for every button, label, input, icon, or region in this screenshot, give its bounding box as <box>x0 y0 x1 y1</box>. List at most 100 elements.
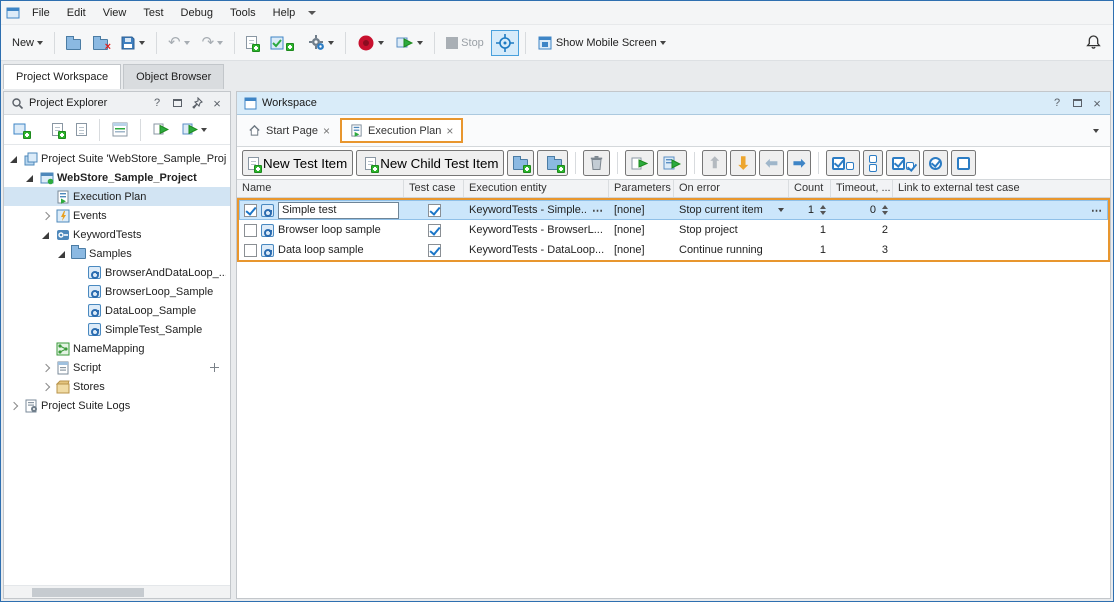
run-dropdown-caret-icon[interactable] <box>417 41 423 45</box>
save-button[interactable] <box>115 30 150 56</box>
table-row[interactable]: Simple test KeywordTests - Simple... [no… <box>239 200 1108 220</box>
new-child-test-item-button[interactable]: New Child Test Item <box>356 150 504 176</box>
undo-dropdown-caret-icon[interactable] <box>184 41 190 45</box>
new-child-group-button[interactable] <box>537 150 568 176</box>
tree-item-simpletest[interactable]: SimpleTest_Sample <box>4 320 230 339</box>
record-button[interactable] <box>352 30 389 56</box>
tree-item-namemapping[interactable]: NameMapping <box>4 339 230 358</box>
tab-project-workspace[interactable]: Project Workspace <box>3 64 121 89</box>
close-panel-icon[interactable] <box>1089 95 1105 111</box>
notifications-button[interactable] <box>1080 30 1107 56</box>
move-right-button[interactable]: ➡ <box>787 150 812 176</box>
add-script-unit-icon[interactable] <box>209 362 220 373</box>
close-tab-icon[interactable] <box>323 125 330 137</box>
tab-start-page[interactable]: Start Page <box>240 118 338 143</box>
tree-item-samples[interactable]: Samples <box>4 244 230 263</box>
execution-entity-value[interactable]: KeywordTests - Simple... <box>469 204 588 216</box>
chevron-collapsed-icon[interactable] <box>40 381 52 393</box>
horizontal-scrollbar[interactable] <box>4 585 230 598</box>
run-project-suite-button[interactable] <box>177 117 212 143</box>
stop-button[interactable]: Stop <box>441 30 489 56</box>
column-header-execution-entity[interactable]: Execution entity <box>464 180 609 197</box>
delete-item-button[interactable] <box>583 150 610 176</box>
run-selected-items-button[interactable] <box>657 150 687 176</box>
chevron-collapsed-icon[interactable] <box>40 210 52 222</box>
column-header-timeout[interactable]: Timeout, ... <box>831 180 893 197</box>
scrollbar-thumb[interactable] <box>32 588 144 597</box>
display-object-spy-button[interactable] <box>491 30 519 56</box>
checkpoint-wizard-button[interactable] <box>264 30 301 56</box>
show-mobile-screen-button[interactable]: Show Mobile Screen <box>532 30 671 56</box>
menu-test[interactable]: Test <box>135 3 171 23</box>
chevron-collapsed-icon[interactable] <box>8 400 20 412</box>
row-enabled-checkbox[interactable] <box>244 204 257 217</box>
chevron-expanded-icon[interactable] <box>40 229 52 241</box>
test-case-checkbox[interactable] <box>428 204 441 217</box>
explorer-view-button[interactable] <box>107 117 133 143</box>
tree-item-execution-plan[interactable]: Execution Plan <box>4 187 230 206</box>
move-left-button[interactable]: ⬅ <box>759 150 784 176</box>
test-item-name[interactable]: Browser loop sample <box>278 224 381 236</box>
add-new-item-button[interactable] <box>47 117 68 143</box>
run-project-button[interactable] <box>148 117 174 143</box>
menu-edit[interactable]: Edit <box>59 3 94 23</box>
float-window-icon[interactable] <box>1069 95 1085 111</box>
execution-entity-value[interactable]: KeywordTests - BrowserL... <box>469 224 604 236</box>
row-enabled-checkbox[interactable] <box>244 244 257 257</box>
pin-icon[interactable] <box>189 95 205 111</box>
move-down-button[interactable]: ⬇ <box>730 150 756 176</box>
search-icon[interactable] <box>9 95 25 111</box>
timeout-value[interactable]: 3 <box>882 244 888 256</box>
tree-item-project-suite-logs[interactable]: Project Suite Logs <box>4 396 230 415</box>
new-dropdown-caret-icon[interactable] <box>37 41 43 45</box>
column-header-test-case[interactable]: Test case <box>404 180 464 197</box>
timeout-value[interactable]: 2 <box>882 224 888 236</box>
tree-item-dataloop[interactable]: DataLoop_Sample <box>4 301 230 320</box>
test-item-name[interactable]: Simple test <box>278 202 399 219</box>
enable-child-items-button[interactable] <box>886 150 920 176</box>
open-project-button[interactable] <box>61 30 86 56</box>
menu-debug[interactable]: Debug <box>173 3 221 23</box>
parameters-value[interactable]: [none] <box>614 244 645 256</box>
add-new-item-button[interactable] <box>241 30 262 56</box>
tree-item-stores[interactable]: Stores <box>4 377 230 396</box>
browse-link-button[interactable] <box>1091 204 1103 217</box>
test-case-checkbox[interactable] <box>428 244 441 257</box>
chevron-collapsed-icon[interactable] <box>40 362 52 374</box>
count-value[interactable]: 1 <box>820 224 826 236</box>
options-dropdown-caret-icon[interactable] <box>328 41 334 45</box>
chevron-expanded-icon[interactable] <box>8 153 20 165</box>
count-value[interactable]: 1 <box>808 204 814 216</box>
show-mobile-dropdown-caret-icon[interactable] <box>660 41 666 45</box>
disable-all-items-button[interactable] <box>863 150 883 176</box>
test-item-name[interactable]: Data loop sample <box>278 244 364 256</box>
help-icon[interactable] <box>149 95 165 111</box>
new-group-button[interactable] <box>507 150 534 176</box>
tree-item-project-suite[interactable]: Project Suite 'WebStore_Sample_Proje <box>4 149 230 168</box>
column-header-count[interactable]: Count <box>789 180 831 197</box>
redo-dropdown-caret-icon[interactable] <box>217 41 223 45</box>
tree-item-script[interactable]: Script <box>4 358 230 377</box>
browse-entity-button[interactable] <box>592 204 604 217</box>
timeout-value[interactable]: 0 <box>870 204 876 216</box>
uncheck-state-button[interactable] <box>951 150 976 176</box>
float-window-icon[interactable] <box>169 95 185 111</box>
undo-button[interactable]: ↶ <box>163 30 195 56</box>
close-project-button[interactable]: × <box>88 30 113 56</box>
column-header-on-error[interactable]: On error <box>674 180 789 197</box>
tab-object-browser[interactable]: Object Browser <box>123 64 224 89</box>
on-error-value[interactable]: Stop project <box>679 224 738 236</box>
on-error-dropdown-caret-icon[interactable] <box>778 208 784 212</box>
chevron-expanded-icon[interactable] <box>56 248 68 260</box>
menu-overflow-chevron-icon[interactable] <box>308 11 316 15</box>
tree-item-keywordtests[interactable]: KeywordTests <box>4 225 230 244</box>
options-button[interactable] <box>303 30 339 56</box>
menu-help[interactable]: Help <box>265 3 304 23</box>
new-test-item-button[interactable]: New Test Item <box>242 150 353 176</box>
tree-item-browserloop[interactable]: BrowserLoop_Sample <box>4 282 230 301</box>
redo-button[interactable]: ↷ <box>197 30 229 56</box>
tree-item-events[interactable]: Events <box>4 206 230 225</box>
test-case-checkbox[interactable] <box>428 224 441 237</box>
menu-file[interactable]: File <box>24 3 58 23</box>
close-tab-icon[interactable] <box>446 125 453 137</box>
